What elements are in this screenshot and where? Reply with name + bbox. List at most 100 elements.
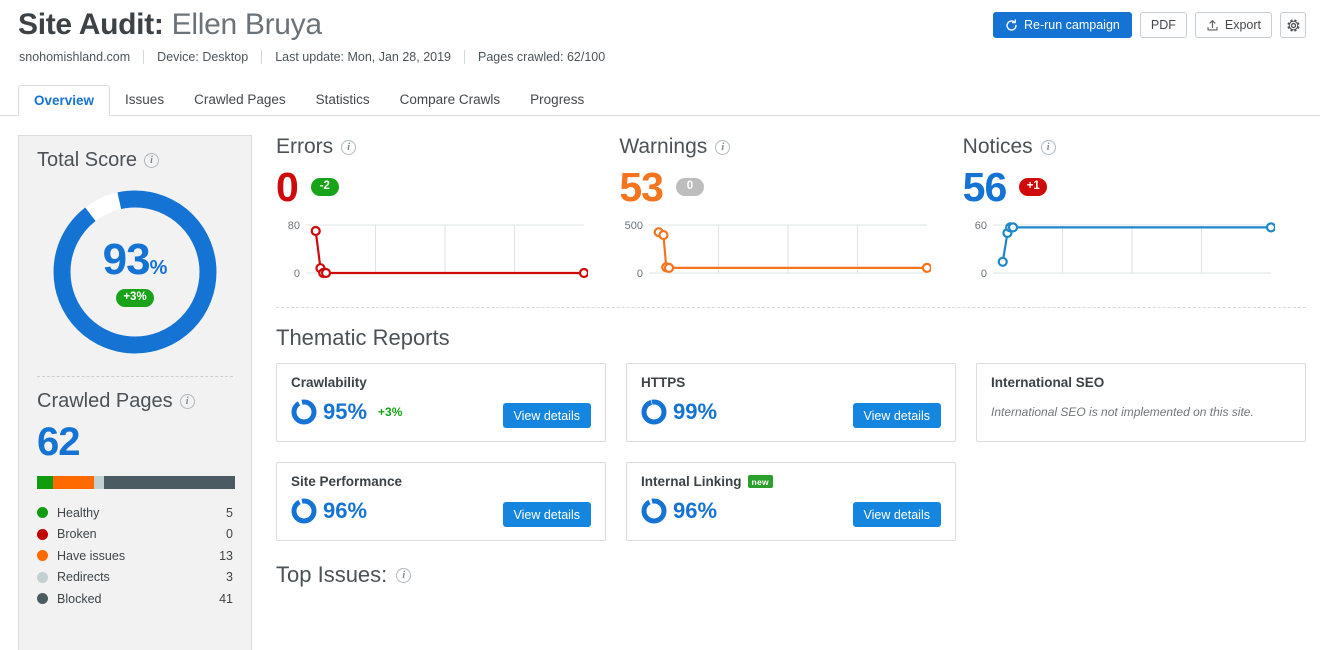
legend-dot-icon [37, 550, 48, 562]
page-title-name: Ellen Bruya [171, 8, 322, 41]
report-card-percent: 96% [323, 498, 368, 523]
list-item[interactable]: Have issues 13 [37, 545, 233, 567]
tab-overview[interactable]: Overview [18, 85, 111, 116]
tab-crawled-pages[interactable]: Crawled Pages [179, 84, 301, 115]
rerun-campaign-button[interactable]: Re-run campaign [992, 12, 1132, 38]
tab-compare-crawls[interactable]: Compare Crawls [385, 84, 516, 115]
crawled-pages-title: Crawled Pages [37, 390, 173, 412]
info-icon[interactable]: i [715, 139, 731, 155]
list-item[interactable]: Blocked 41 [37, 588, 233, 610]
thematic-report-card: Crawlability 95% +3% View details [276, 363, 606, 442]
list-item[interactable]: Redirects 3 [37, 567, 233, 589]
report-card-title: Internal Linking new [641, 474, 941, 489]
thematic-report-card: HTTPS 99% View details [626, 363, 956, 442]
info-icon[interactable]: i [341, 139, 357, 155]
crawled-pages-heading: Crawled Pages i [37, 377, 233, 413]
mini-donut-icon [641, 399, 667, 425]
summary-card-warnings: Warnings i 53 0 500 0 [619, 135, 962, 291]
info-icon[interactable]: i [144, 153, 160, 168]
tab-label: Statistics [315, 92, 370, 107]
warnings-heading: Warnings i [619, 135, 962, 159]
summary-card-notices: Notices i 56 +1 60 0 [963, 135, 1306, 291]
legend-label: Have issues [57, 548, 126, 563]
mini-donut-icon [641, 498, 667, 524]
errors-sparkline-chart[interactable]: 80 0 [276, 215, 588, 291]
info-icon[interactable]: i [396, 567, 412, 583]
svg-text:0: 0 [294, 268, 300, 280]
legend-label: Blocked [57, 591, 102, 606]
list-item[interactable]: Healthy 5 [37, 502, 233, 524]
bar-segment-redirects [94, 476, 105, 489]
pdf-label: PDF [1150, 18, 1176, 32]
legend-label: Healthy [57, 505, 100, 520]
bar-segment-blocked [104, 476, 235, 489]
svg-text:80: 80 [288, 220, 300, 232]
report-card-title: Site Performance [291, 474, 591, 489]
warnings-badge: 0 [675, 178, 704, 196]
view-details-button[interactable]: View details [852, 502, 941, 527]
report-card-title: International SEO [991, 375, 1291, 390]
total-score-donut: 93 % +3% [49, 186, 221, 358]
report-title-text: Site Performance [291, 474, 403, 489]
warnings-sparkline-chart[interactable]: 500 0 [619, 215, 932, 291]
meta-domain[interactable]: snohomishland.com [19, 50, 130, 64]
legend-value: 41 [219, 591, 233, 606]
export-button[interactable]: Export [1194, 12, 1272, 38]
notices-value: 56 [962, 163, 1008, 210]
tab-label: Overview [34, 93, 95, 108]
tab-label: Crawled Pages [194, 92, 286, 107]
divider [276, 307, 1306, 308]
total-score-title: Total Score [37, 149, 138, 171]
meta-last-update: Last update: Mon, Jan 28, 2019 [275, 50, 452, 64]
report-card-percent: 99% [673, 399, 718, 424]
warnings-value-row: 53 0 [619, 164, 962, 210]
notices-heading: Notices i [963, 135, 1306, 159]
settings-button[interactable] [1280, 12, 1306, 38]
upload-icon [1206, 19, 1219, 32]
legend-label: Redirects [57, 570, 110, 585]
report-card-title: Crawlability [291, 375, 591, 390]
gear-icon [1286, 18, 1301, 33]
view-details-button[interactable]: View details [502, 502, 591, 527]
crawled-pages-legend: Healthy 5 Broken 0 Have issues 13 Redirects 3 Bl… [37, 502, 233, 610]
top-issues-title: Top Issues: [276, 562, 388, 587]
report-title-text: Internal Linking [641, 474, 742, 489]
summary-row: Errors i 0 -2 80 0 Warnings i 53 0 500 0… [276, 135, 1306, 291]
report-title-text: HTTPS [641, 375, 686, 390]
summary-card-errors: Errors i 0 -2 80 0 [276, 135, 619, 291]
tab-label: Issues [125, 92, 165, 107]
sidebar-panel: Total Score i 93 % +3% Crawled Pages i 6… [18, 135, 252, 650]
view-details-button[interactable]: View details [852, 403, 941, 428]
thematic-report-card: Internal Linking new 96% View details [626, 462, 956, 541]
legend-dot-icon [37, 507, 48, 519]
errors-heading: Errors i [276, 135, 619, 159]
view-details-button[interactable]: View details [502, 403, 591, 428]
report-card-note: International SEO is not implemented on … [991, 405, 1254, 419]
report-card-percent: 96% [673, 498, 718, 523]
tab-progress[interactable]: Progress [515, 84, 599, 115]
list-item[interactable]: Broken 0 [37, 524, 233, 546]
info-icon[interactable]: i [179, 394, 195, 409]
crawled-pages-stacked-bar [37, 476, 235, 489]
divider [261, 50, 263, 64]
new-badge: new [747, 475, 773, 488]
tab-issues[interactable]: Issues [110, 84, 179, 115]
info-icon[interactable]: i [1040, 139, 1056, 155]
site-audit-page: Site Audit: Ellen Bruya snohomishland.co… [0, 0, 1320, 650]
main-content: Errors i 0 -2 80 0 Warnings i 53 0 500 0… [276, 135, 1306, 588]
legend-dot-icon [37, 593, 48, 605]
legend-value: 3 [226, 570, 233, 585]
mini-donut-icon [291, 498, 317, 524]
errors-value-row: 0 -2 [276, 164, 619, 210]
report-title-text: Crawlability [291, 375, 367, 390]
page-title-prefix: Site Audit: [18, 8, 164, 41]
tab-statistics[interactable]: Statistics [301, 84, 385, 115]
pdf-button[interactable]: PDF [1139, 12, 1187, 38]
divider [464, 50, 466, 64]
thematic-report-card: International SEO International SEO is no… [976, 363, 1306, 442]
notices-value-row: 56 +1 [963, 164, 1306, 210]
svg-text:0: 0 [637, 268, 643, 280]
notices-sparkline-chart[interactable]: 60 0 [963, 215, 1275, 291]
legend-value: 5 [226, 505, 233, 520]
page-header: Site Audit: Ellen Bruya snohomishland.co… [0, 0, 1320, 84]
